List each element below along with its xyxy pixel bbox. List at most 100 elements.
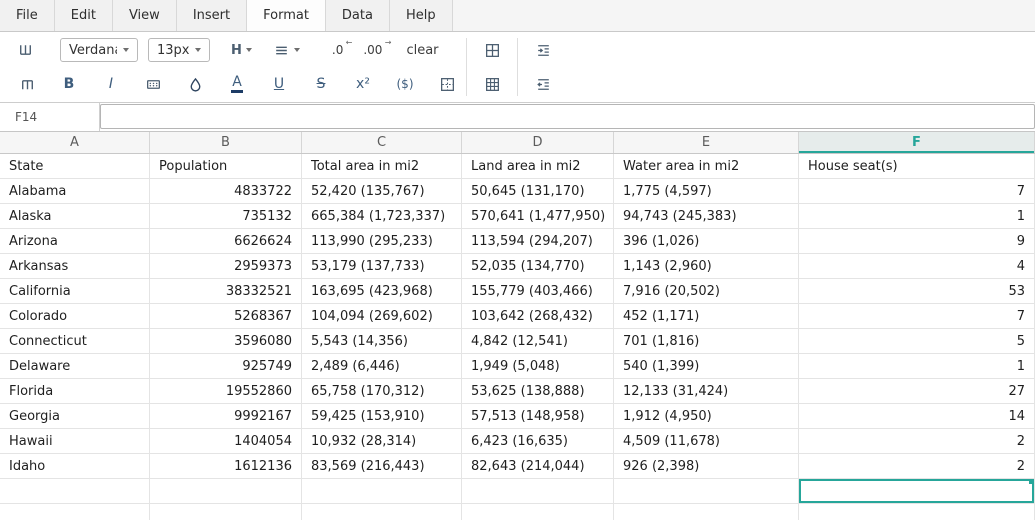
font-family-dropdown[interactable]: Verdana [60, 38, 138, 62]
cell[interactable] [302, 504, 462, 520]
formula-input[interactable] [100, 104, 1035, 129]
cell[interactable]: 570,641 (1,477,950) [462, 204, 614, 229]
cell[interactable]: 1 [799, 204, 1035, 229]
clear-button[interactable]: clear [406, 43, 438, 58]
cell[interactable]: 1404054 [150, 429, 302, 454]
italic-button[interactable]: I [99, 76, 123, 92]
cell[interactable]: 7 [799, 179, 1035, 204]
cell-reference-box[interactable]: F14 [0, 103, 100, 131]
cell[interactable] [462, 504, 614, 520]
font-size-dropdown[interactable]: 13px [148, 38, 210, 62]
cell[interactable]: 82,643 (214,044) [462, 454, 614, 479]
cell[interactable]: 94,743 (245,383) [614, 204, 799, 229]
cell[interactable]: California [0, 279, 150, 304]
border-all-button[interactable] [480, 38, 504, 62]
cell[interactable]: 65,758 (170,312) [302, 379, 462, 404]
cell[interactable]: 4 [799, 254, 1035, 279]
cell[interactable]: 50,645 (131,170) [462, 179, 614, 204]
cell[interactable]: 6626624 [150, 229, 302, 254]
cell[interactable]: 5,543 (14,356) [302, 329, 462, 354]
column-header-a[interactable]: A [0, 132, 150, 153]
cell[interactable]: Total area in mi2 [302, 154, 462, 179]
menu-item-data[interactable]: Data [326, 0, 390, 31]
cell[interactable]: 4,509 (11,678) [614, 429, 799, 454]
cell[interactable] [799, 504, 1035, 520]
cell[interactable]: 52,420 (135,767) [302, 179, 462, 204]
cell[interactable]: 396 (1,026) [614, 229, 799, 254]
cell[interactable] [0, 479, 150, 504]
cell[interactable] [150, 504, 302, 520]
text-color-button[interactable]: A [225, 75, 249, 93]
column-header-c[interactable]: C [302, 132, 462, 153]
cell[interactable]: 5 [799, 329, 1035, 354]
cell[interactable]: 1 [799, 354, 1035, 379]
cell[interactable]: 5268367 [150, 304, 302, 329]
cell[interactable]: 7,916 (20,502) [614, 279, 799, 304]
fill-color-button[interactable] [183, 72, 207, 96]
superscript-button[interactable]: x² [351, 76, 375, 92]
wrap-text-button[interactable] [13, 38, 37, 62]
cell[interactable]: 83,569 (216,443) [302, 454, 462, 479]
cell[interactable]: Arkansas [0, 254, 150, 279]
cell[interactable]: 12,133 (31,424) [614, 379, 799, 404]
cell[interactable]: 4,842 (12,541) [462, 329, 614, 354]
cell[interactable]: Florida [0, 379, 150, 404]
cell[interactable]: 4833722 [150, 179, 302, 204]
cell[interactable]: Population [150, 154, 302, 179]
cell[interactable]: 59,425 (153,910) [302, 404, 462, 429]
cell[interactable]: Colorado [0, 304, 150, 329]
menu-item-format[interactable]: Format [247, 0, 326, 31]
cell[interactable]: 113,594 (294,207) [462, 229, 614, 254]
cell[interactable]: Land area in mi2 [462, 154, 614, 179]
cell[interactable]: 1,912 (4,950) [614, 404, 799, 429]
table-grid-button[interactable] [480, 72, 504, 96]
column-header-f[interactable]: F [799, 132, 1035, 153]
cell[interactable]: 10,932 (28,314) [302, 429, 462, 454]
cell[interactable]: 1,949 (5,048) [462, 354, 614, 379]
cell[interactable]: 2 [799, 454, 1035, 479]
cell[interactable]: 155,779 (403,466) [462, 279, 614, 304]
align-dropdown[interactable] [269, 38, 304, 62]
menu-item-help[interactable]: Help [390, 0, 453, 31]
cell[interactable]: 52,035 (134,770) [462, 254, 614, 279]
cell[interactable]: Connecticut [0, 329, 150, 354]
cell[interactable]: 53 [799, 279, 1035, 304]
cell[interactable] [462, 479, 614, 504]
cell[interactable]: 735132 [150, 204, 302, 229]
cell[interactable] [614, 504, 799, 520]
cell[interactable]: 1,143 (2,960) [614, 254, 799, 279]
cell[interactable]: 925749 [150, 354, 302, 379]
column-header-b[interactable]: B [150, 132, 302, 153]
cell[interactable]: 53,179 (137,733) [302, 254, 462, 279]
decrease-decimals-button[interactable]: .0 ← [332, 43, 343, 57]
cell[interactable]: 163,695 (423,968) [302, 279, 462, 304]
menu-item-edit[interactable]: Edit [55, 0, 113, 31]
menu-item-file[interactable]: File [0, 0, 55, 31]
cell[interactable]: 7 [799, 304, 1035, 329]
cell[interactable]: 6,423 (16,635) [462, 429, 614, 454]
cell[interactable]: Arizona [0, 229, 150, 254]
cell[interactable] [302, 479, 462, 504]
cell[interactable]: Alabama [0, 179, 150, 204]
cell[interactable]: 103,642 (268,432) [462, 304, 614, 329]
strikethrough-button[interactable]: S [309, 76, 333, 92]
borders-style-button[interactable] [435, 72, 459, 96]
cell[interactable]: 19552860 [150, 379, 302, 404]
cell[interactable]: 701 (1,816) [614, 329, 799, 354]
cell[interactable]: 57,513 (148,958) [462, 404, 614, 429]
cell[interactable]: 452 (1,171) [614, 304, 799, 329]
cell[interactable]: Alaska [0, 204, 150, 229]
cell[interactable]: Water area in mi2 [614, 154, 799, 179]
cell[interactable]: 540 (1,399) [614, 354, 799, 379]
cell[interactable]: 2 [799, 429, 1035, 454]
cell[interactable]: 9 [799, 229, 1035, 254]
cell[interactable]: 2,489 (6,446) [302, 354, 462, 379]
merge-cells-dropdown[interactable]: H [227, 38, 256, 62]
cell[interactable] [614, 479, 799, 504]
cell[interactable]: 1612136 [150, 454, 302, 479]
cell[interactable] [0, 504, 150, 520]
indent-button[interactable] [531, 38, 555, 62]
menu-item-insert[interactable]: Insert [177, 0, 247, 31]
outdent-button[interactable] [531, 72, 555, 96]
underline-button[interactable]: U [267, 76, 291, 92]
